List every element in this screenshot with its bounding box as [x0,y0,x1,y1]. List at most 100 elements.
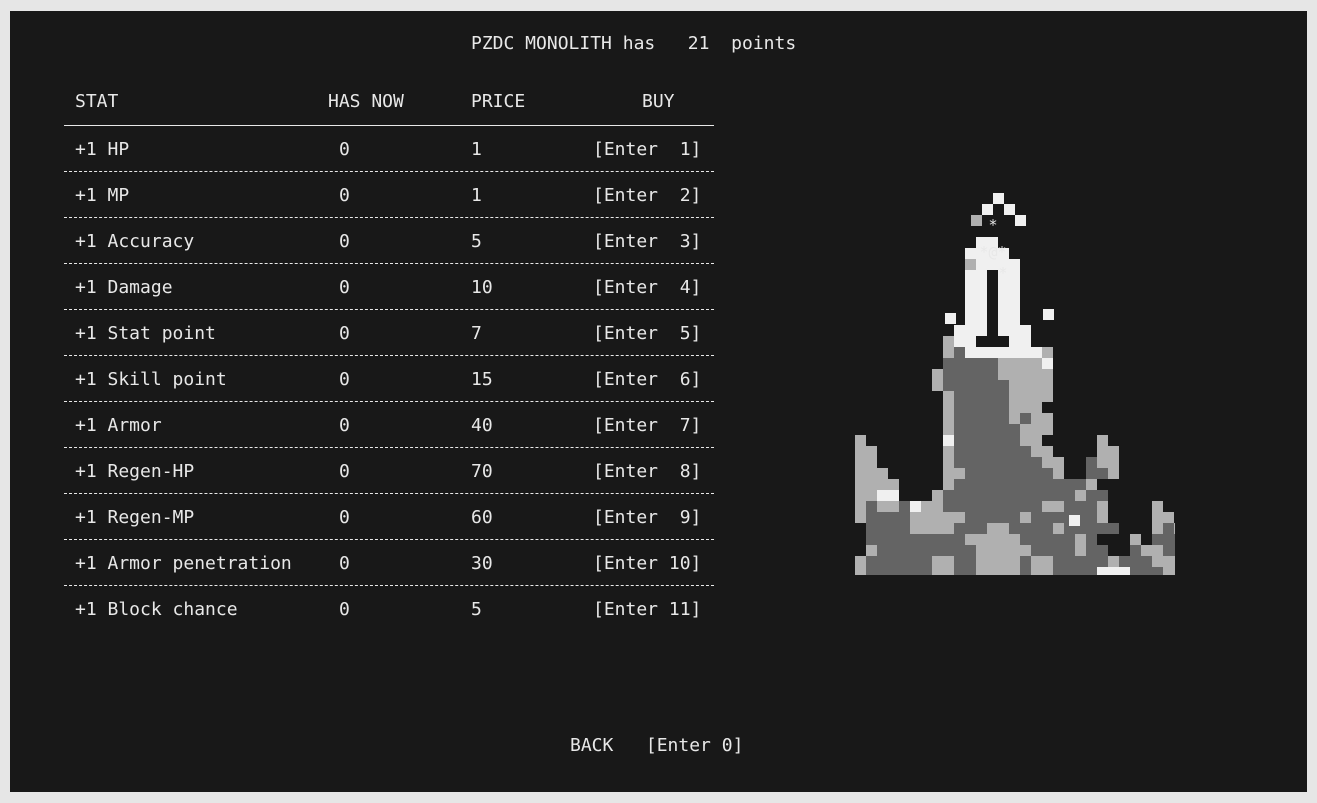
art-pixel [976,347,987,358]
art-pixel [987,358,998,369]
art-pixel [899,512,910,523]
art-pixel [1163,512,1174,523]
table-row[interactable]: +1 Regen-HP 0 70 [Enter 8] [64,448,714,494]
art-pixel [1031,457,1042,468]
art-pixel [1042,512,1053,523]
art-pixel [1097,556,1108,567]
back-option[interactable]: BACK [Enter 0] [570,735,743,756]
art-pixel [965,391,976,402]
table-row[interactable]: +1 Armor 0 40 [Enter 7] [64,402,714,448]
art-pixel [1020,413,1031,424]
art-pixel [976,446,987,457]
table-row[interactable]: +1 Accuracy 0 5 [Enter 3] [64,218,714,264]
art-pixel [976,534,987,545]
has-now-cell: 0 [339,415,350,436]
art-pixel [866,446,877,457]
art-pixel [1009,523,1020,534]
art-pixel [1053,556,1064,567]
buy-cell: [Enter 7] [593,415,702,436]
art-pixel [1097,545,1108,556]
art-pixel [1020,380,1031,391]
art-pixel [976,545,987,556]
art-pixel [954,369,965,380]
art-pixel [1031,380,1042,391]
art-pixel [1141,545,1152,556]
art-pixel [1020,347,1031,358]
art-pixel [1031,358,1042,369]
art-pixel [899,556,910,567]
art-pixel [998,391,1009,402]
art-pixel [1020,369,1031,380]
art-pixel [987,534,998,545]
table-row[interactable]: +1 Regen-MP 0 60 [Enter 9] [64,494,714,540]
art-pixel [987,512,998,523]
art-pixel [954,446,965,457]
art-pixel [1042,413,1053,424]
art-pixel [1130,556,1141,567]
art-pixel [1075,534,1086,545]
art-pixel [1174,545,1175,556]
stat-cell: +1 HP [75,139,130,160]
art-pixel [1009,501,1020,512]
table-row[interactable]: +1 Stat point 0 7 [Enter 5] [64,310,714,356]
art-pixel [1009,479,1020,490]
art-pixel [855,435,866,446]
stat-table: STAT HAS NOW PRICE BUY +1 HP 0 1 [Enter 1] +… [64,91,714,631]
art-pixel [1174,567,1175,575]
price-cell: 5 [471,599,482,620]
art-pixel [1009,446,1020,457]
art-pixel [1009,457,1020,468]
character-name: PZDC MONOLITH [471,33,612,54]
art-pixel [1064,534,1075,545]
art-pixel [965,446,976,457]
art-pixel [987,457,998,468]
table-row[interactable]: +1 Block chance 0 5 [Enter 11] [64,586,714,631]
art-pixel [998,303,1009,314]
table-row[interactable]: +1 Skill point 0 15 [Enter 6] [64,356,714,402]
art-pixel [1064,545,1075,556]
price-cell: 1 [471,139,482,160]
art-pixel [1004,204,1015,215]
art-pixel [910,545,921,556]
art-pixel [965,545,976,556]
art-pixel [1020,358,1031,369]
art-pixel [998,556,1009,567]
art-pixel [954,435,965,446]
art-pixel [998,490,1009,501]
art-pixel [1053,490,1064,501]
stat-cell: +1 Accuracy [75,231,195,252]
art-pixel [965,457,976,468]
table-row[interactable]: +1 MP 0 1 [Enter 2] [64,172,714,218]
art-pixel [976,501,987,512]
art-pixel [1031,424,1042,435]
art-pixel [1053,567,1064,575]
art-pixel [1163,556,1174,567]
art-pixel [1086,468,1097,479]
art-pixel [965,402,976,413]
art-pixel [1042,369,1053,380]
art-pixel [998,424,1009,435]
art-pixel [943,567,954,575]
art-pixel [1031,468,1042,479]
art-pixel [1064,479,1075,490]
art-pixel [1009,402,1020,413]
art-pixel [1075,490,1086,501]
table-row[interactable]: +1 Armor penetration 0 30 [Enter 10] [64,540,714,586]
art-pixel [855,490,866,501]
art-pixel [866,534,877,545]
art-pixel [998,501,1009,512]
art-pixel [965,534,976,545]
art-pixel [954,424,965,435]
art-pixel [1152,512,1163,523]
stat-cell: +1 MP [75,185,130,206]
art-pixel [877,512,888,523]
art-pixel [1097,523,1108,534]
art-pixel [1108,523,1119,534]
art-pixel [943,545,954,556]
art-pixel [1152,501,1163,512]
col-stat: STAT [75,91,119,112]
table-row[interactable]: +1 Damage 0 10 [Enter 4] [64,264,714,310]
table-row[interactable]: +1 HP 0 1 [Enter 1] [64,126,714,172]
art-pixel [1031,435,1042,446]
art-pixel [1086,512,1097,523]
